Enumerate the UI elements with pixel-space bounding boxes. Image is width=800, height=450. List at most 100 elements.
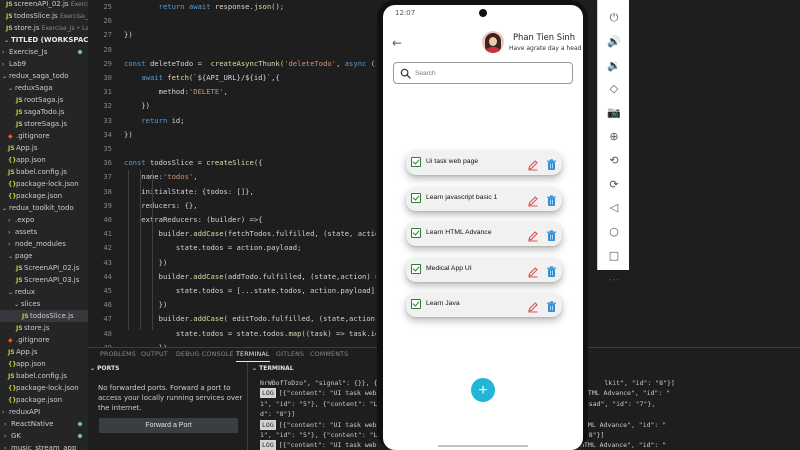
explorer-folder[interactable]: › music_stream_app (0, 442, 88, 450)
panel-tab-problems[interactable]: PROBLEMS (100, 348, 136, 362)
code-line[interactable]: 26 (88, 14, 376, 28)
power-icon[interactable]: ⏻ (606, 10, 622, 26)
code-line[interactable]: 44 builder.addCase(addTodo.fulfilled, (s… (88, 270, 376, 284)
code-line[interactable]: 47 builder.addCase( editTodo.fulfilled, … (88, 312, 376, 326)
explorer-file[interactable]: {}app.json (0, 154, 88, 166)
code-line[interactable]: 28 (88, 43, 376, 57)
overview-icon[interactable]: □ (606, 248, 622, 264)
code-line[interactable]: 33 return id; (88, 114, 376, 128)
explorer-file[interactable]: JSApp.js (0, 142, 88, 154)
explorer-file[interactable]: JSsagaTodo.js (0, 106, 88, 118)
explorer-file[interactable]: JSstoreSaga.js (0, 118, 88, 130)
code-line[interactable]: 40 extraReducers: (builder) =>{ (88, 213, 376, 227)
checkbox-checked-icon[interactable] (411, 299, 421, 309)
code-line[interactable]: 46 }) (88, 298, 376, 312)
explorer-folder[interactable]: › Lab9 (0, 58, 88, 70)
explorer-file[interactable]: JSScreenAPI_03.js (0, 274, 88, 286)
code-line[interactable]: 25 return await response.json(); (88, 0, 376, 14)
task-item[interactable]: Learn Java (406, 293, 562, 317)
edit-icon[interactable] (527, 156, 539, 171)
task-item[interactable]: Medical App UI (406, 257, 562, 282)
panel-tab-output[interactable]: OUTPUT (141, 348, 168, 362)
back-icon[interactable]: ◁ (606, 200, 622, 216)
trash-icon[interactable] (546, 227, 557, 241)
trash-icon[interactable] (546, 298, 557, 312)
code-line[interactable]: 48 state.todos = state.todos.map((task) … (88, 327, 376, 341)
explorer-folder[interactable]: › node_modules (0, 238, 88, 250)
gesture-bar[interactable] (438, 445, 528, 447)
explorer-folder[interactable]: ⌄ redux (0, 286, 88, 298)
explorer-file[interactable]: JSbabel.config.js (0, 166, 88, 178)
edit-icon[interactable] (527, 227, 539, 242)
code-line[interactable]: 41 builder.addCase(fetchTodos.fulfilled,… (88, 227, 376, 241)
rotate-right-icon[interactable]: ⟳ (606, 177, 622, 193)
code-line[interactable]: 42 state.todos = action.payload; (88, 241, 376, 255)
explorer-folder[interactable]: ⌄ redux_saga_todo (0, 70, 88, 82)
task-item[interactable]: Learn javascript basic 1 (406, 186, 562, 211)
back-arrow-icon[interactable]: ← (392, 36, 406, 50)
explorer-folder[interactable]: › .expo (0, 214, 88, 226)
explorer-file[interactable]: ◆ .gitignore (0, 130, 88, 142)
camera-icon[interactable]: 📷 (606, 105, 622, 121)
code-line[interactable]: 30 await fetch(`${API_URL}/${id}`,{ (88, 71, 376, 85)
panel-tab-comments[interactable]: COMMENTS (310, 348, 348, 362)
panel-tab-terminal[interactable]: TERMINAL (236, 348, 270, 362)
trash-icon[interactable] (546, 156, 557, 170)
checkbox-checked-icon[interactable] (411, 263, 421, 274)
more-icon[interactable]: ⋯ (606, 272, 622, 288)
volume-down-icon[interactable]: 🔉 (606, 58, 622, 74)
explorer-file[interactable]: JStodosSlice.js Exercise_Js • Lab... (0, 10, 88, 22)
code-line[interactable]: 29 const deleteTodo = createAsyncThunk('d… (88, 57, 376, 71)
explorer-file[interactable]: {}package-lock.json (0, 178, 88, 190)
rotate-left-icon[interactable]: ⟲ (606, 153, 622, 169)
explorer-folder[interactable]: › assets (0, 226, 88, 238)
checkbox-checked-icon[interactable] (411, 228, 421, 238)
edit-icon[interactable] (527, 298, 539, 313)
explorer-folder[interactable]: ⌄ page (0, 250, 88, 262)
explorer-folder[interactable]: › Exercise_Js (0, 46, 88, 58)
checkbox-checked-icon[interactable] (411, 157, 421, 167)
add-task-button[interactable]: + (471, 378, 495, 402)
zoom-icon[interactable]: ⊕ (606, 129, 622, 145)
explorer-file[interactable]: JSbabel.config.js (0, 370, 88, 382)
explorer-file[interactable]: JSApp.js (0, 346, 88, 358)
explorer-file[interactable]: {}package-lock.json (0, 382, 88, 394)
checkbox-checked-icon[interactable] (411, 192, 421, 203)
code-line[interactable]: 32 }) (88, 99, 376, 113)
explorer-file[interactable]: {}package.json (0, 394, 88, 406)
search-input[interactable] (415, 67, 565, 80)
search-box[interactable] (393, 62, 573, 84)
trash-icon[interactable] (546, 263, 557, 277)
explorer-file[interactable]: JSstore.js (0, 322, 88, 334)
code-line[interactable]: 34}) (88, 128, 376, 142)
explorer-folder[interactable]: › GK (0, 430, 88, 442)
panel-tab-debug-console[interactable]: DEBUG CONSOLE (176, 348, 234, 362)
code-line[interactable]: 39 reducers: {}, (88, 199, 376, 213)
task-item[interactable]: Learn HTML Advance (406, 222, 562, 246)
trash-icon[interactable] (546, 192, 557, 206)
eraser-icon[interactable]: ◇ (606, 81, 622, 97)
explorer-file[interactable]: JStodosSlice.js (0, 310, 88, 322)
home-icon[interactable]: ○ (606, 224, 622, 240)
explorer-folder[interactable]: › reduxAPI (0, 406, 88, 418)
volume-up-icon[interactable]: 🔊 (606, 34, 622, 50)
explorer-file[interactable]: JSrootSaga.js (0, 94, 88, 106)
explorer-section[interactable]: ⌄ TITLED (WORKSPACE) (0, 34, 88, 46)
explorer-file[interactable]: JSscreenAPI_02.js Exercise_Js (0, 0, 88, 10)
code-line[interactable]: 37 name:'todos', (88, 170, 376, 184)
explorer-file[interactable]: {}package.json (0, 190, 88, 202)
forward-port-button[interactable]: Forward a Port (99, 418, 238, 433)
code-line[interactable]: 27}) (88, 28, 376, 42)
code-line[interactable]: 36 const todosSlice = createSlice({ (88, 156, 376, 170)
panel-tab-gitlens[interactable]: GITLENS (276, 348, 304, 362)
explorer-file[interactable]: {}app.json (0, 358, 88, 370)
code-line[interactable]: 35 (88, 142, 376, 156)
task-item[interactable]: Ui task web page (406, 151, 562, 175)
code-line[interactable]: 31 method:'DELETE', (88, 85, 376, 99)
explorer-folder[interactable]: ⌄ reduxSaga (0, 82, 88, 94)
edit-icon[interactable] (527, 192, 539, 206)
edit-icon[interactable] (527, 263, 539, 277)
explorer-folder[interactable]: ⌄ slices (0, 298, 88, 310)
code-line[interactable]: 38 initialState: {todos: []}, (88, 185, 376, 199)
code-line[interactable]: 45 state.todos = [...state.todos, action… (88, 284, 376, 298)
